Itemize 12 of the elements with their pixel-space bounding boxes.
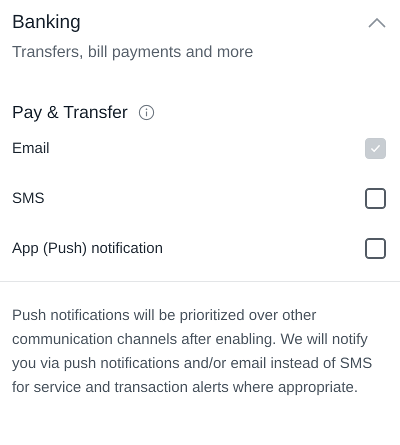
section-title: Banking: [12, 12, 81, 34]
group-title: Pay & Transfer: [12, 102, 128, 123]
section-subtitle: Transfers, bill payments and more: [11, 43, 254, 62]
option-label: App (Push) notification: [12, 240, 163, 256]
checkbox[interactable]: [365, 238, 386, 258]
option-label: SMS: [12, 190, 45, 206]
option-label: Email: [12, 140, 50, 156]
info-paragraph: Push notifications will be prioritized over other communication channels after enabling. We will notify you via push notifications and/or email instead of SMS for service and transaction alerts where appropriate.: [12, 306, 374, 398]
checkbox[interactable]: [365, 188, 386, 208]
checkmark-icon: [370, 144, 381, 152]
info-icon[interactable]: [138, 104, 155, 121]
chevron-icon[interactable]: [368, 18, 386, 28]
